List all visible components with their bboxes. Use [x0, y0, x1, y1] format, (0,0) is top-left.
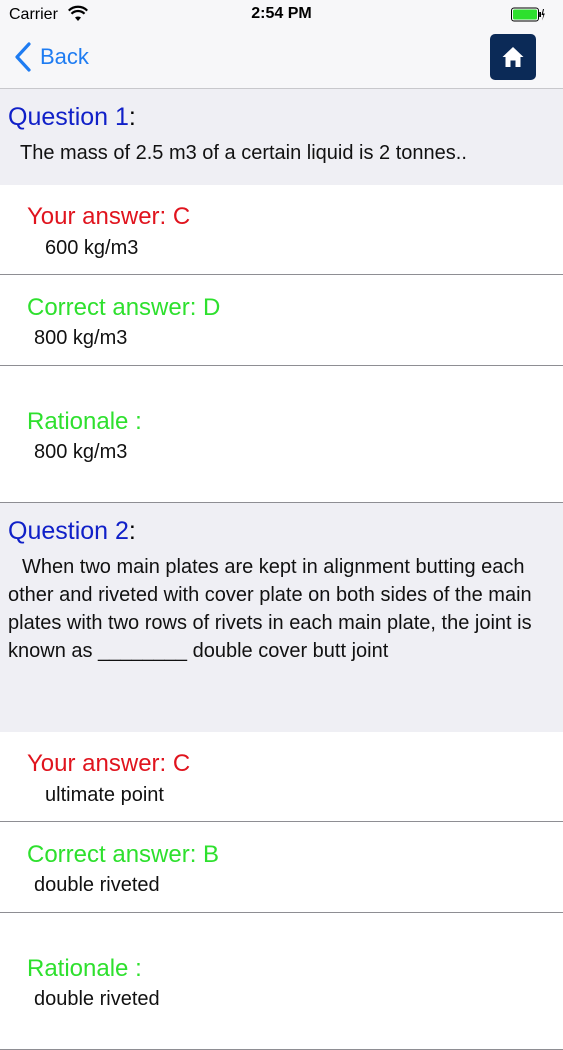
correct-answer-row: Correct answer: B double riveted — [0, 822, 563, 913]
rationale-label: Rationale : — [27, 955, 142, 982]
back-button[interactable]: Back — [14, 40, 89, 74]
correct-answer-label: Correct answer: B — [27, 841, 220, 868]
clock-label: 2:54 PM — [251, 5, 312, 22]
rationale-row: Rationale : 800 kg/m3 — [0, 366, 563, 503]
question-title-text: Question 1 — [8, 103, 129, 131]
question-text-body: When two main plates are kept in alignme… — [8, 556, 532, 662]
results-list[interactable]: Question 1: The mass of 2.5 m3 of a cert… — [0, 89, 563, 1050]
rationale-row: Rationale : double riveted — [0, 913, 563, 1050]
your-answer-label: Your answer: C — [27, 750, 191, 777]
rationale-value: 800 kg/m3 — [34, 441, 128, 463]
back-button-label: Back — [40, 44, 89, 69]
question-1: Question 1: The mass of 2.5 m3 of a cert… — [0, 89, 563, 185]
question-text: When two main plates are kept in alignme… — [8, 553, 563, 665]
chevron-left-icon — [15, 42, 31, 72]
navigation-bar: Carrier 2:54 PM Back — [0, 0, 563, 89]
your-answer-value: ultimate point — [45, 784, 164, 806]
correct-answer-row: Correct answer: D 800 kg/m3 — [0, 275, 563, 366]
your-answer-value: 600 kg/m3 — [45, 237, 139, 259]
battery-icon — [511, 7, 545, 22]
question-title-colon: : — [128, 103, 136, 131]
correct-answer-value: double riveted — [34, 874, 160, 896]
your-answer-row: Your answer: C 600 kg/m3 — [0, 185, 563, 275]
question-title-colon: : — [128, 517, 136, 545]
your-answer-label: Your answer: C — [27, 203, 191, 230]
question-title: Question 1: — [8, 101, 563, 133]
question-title: Question 2: — [8, 515, 563, 547]
home-icon — [502, 47, 524, 67]
status-bar: Carrier 2:54 PM — [0, 0, 563, 30]
correct-answer-label: Correct answer: D — [27, 294, 221, 321]
home-button[interactable] — [490, 34, 536, 80]
question-text: The mass of 2.5 m3 of a certain liquid i… — [20, 142, 467, 164]
rationale-label: Rationale : — [27, 408, 142, 435]
question-title-text: Question 2 — [8, 517, 129, 545]
question-2: Question 2: When two main plates are kep… — [0, 503, 563, 732]
your-answer-row: Your answer: C ultimate point — [0, 732, 563, 822]
rationale-value: double riveted — [34, 988, 160, 1010]
correct-answer-value: 800 kg/m3 — [34, 327, 128, 349]
